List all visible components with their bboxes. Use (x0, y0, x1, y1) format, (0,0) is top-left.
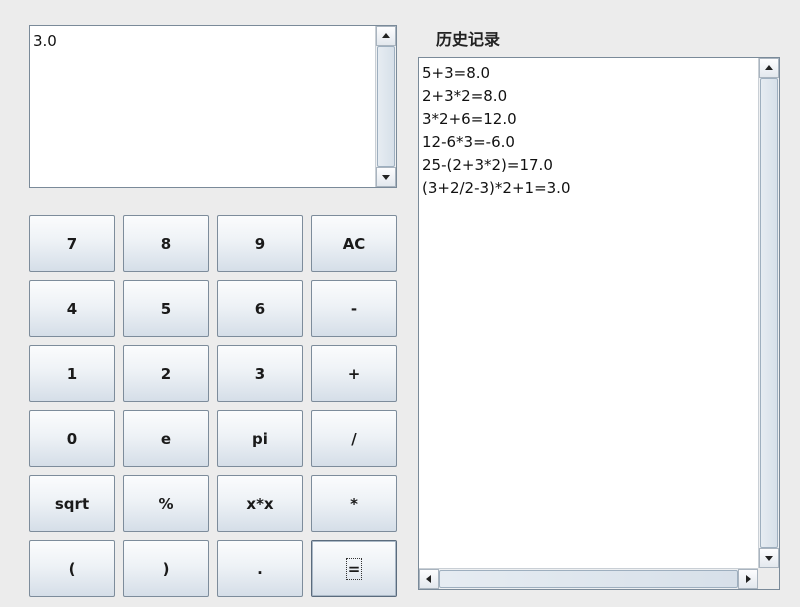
arrow-down-icon (765, 556, 773, 561)
history-list: 5+3=8.0 2+3*2=8.0 3*2+6=12.0 12-6*3=-6.0… (422, 62, 571, 200)
history-entry: (3+2/2-3)*2+1=3.0 (422, 179, 571, 197)
key-clear[interactable]: AC (311, 215, 397, 272)
key-pi[interactable]: pi (217, 410, 303, 467)
key-9[interactable]: 9 (217, 215, 303, 272)
key-square[interactable]: x*x (217, 475, 303, 532)
history-title: 历史记录 (436, 30, 501, 49)
display-scroll-thumb[interactable] (377, 46, 395, 167)
key-divide[interactable]: / (311, 410, 397, 467)
display-vertical-scrollbar[interactable] (375, 26, 396, 187)
key-e[interactable]: e (123, 410, 209, 467)
history-entry: 3*2+6=12.0 (422, 110, 517, 128)
history-scroll-down-button[interactable] (759, 548, 779, 568)
key-4[interactable]: 4 (29, 280, 115, 337)
history-entry: 2+3*2=8.0 (422, 87, 508, 105)
arrow-down-icon (382, 175, 390, 180)
key-percent[interactable]: % (123, 475, 209, 532)
history-vertical-scrollbar[interactable] (758, 58, 779, 568)
display-scroll-up-button[interactable] (376, 26, 396, 46)
key-open-paren[interactable]: ( (29, 540, 115, 597)
key-0[interactable]: 0 (29, 410, 115, 467)
history-vscroll-thumb[interactable] (760, 78, 778, 548)
arrow-right-icon (746, 575, 751, 583)
display-field[interactable]: 3.0 (29, 25, 397, 188)
scrollbar-corner (758, 568, 779, 589)
key-close-paren[interactable]: ) (123, 540, 209, 597)
history-scroll-right-button[interactable] (738, 569, 758, 589)
keypad: 7 8 9 AC 4 5 6 - 1 2 3 + 0 e pi / sqrt %… (29, 215, 397, 601)
history-panel[interactable]: 5+3=8.0 2+3*2=8.0 3*2+6=12.0 12-6*3=-6.0… (418, 57, 780, 590)
key-sqrt[interactable]: sqrt (29, 475, 115, 532)
arrow-up-icon (765, 65, 773, 70)
key-6[interactable]: 6 (217, 280, 303, 337)
display-scroll-down-button[interactable] (376, 167, 396, 187)
key-7[interactable]: 7 (29, 215, 115, 272)
key-decimal[interactable]: . (217, 540, 303, 597)
history-hscroll-thumb[interactable] (439, 570, 738, 588)
display-value: 3.0 (33, 32, 57, 50)
key-plus[interactable]: + (311, 345, 397, 402)
history-entry: 5+3=8.0 (422, 64, 491, 82)
history-horizontal-scrollbar[interactable] (419, 568, 758, 589)
key-equals[interactable]: = (311, 540, 397, 597)
key-5[interactable]: 5 (123, 280, 209, 337)
key-8[interactable]: 8 (123, 215, 209, 272)
key-3[interactable]: 3 (217, 345, 303, 402)
history-entry: 12-6*3=-6.0 (422, 133, 515, 151)
history-scroll-left-button[interactable] (419, 569, 439, 589)
key-multiply[interactable]: * (311, 475, 397, 532)
key-2[interactable]: 2 (123, 345, 209, 402)
key-1[interactable]: 1 (29, 345, 115, 402)
history-scroll-up-button[interactable] (759, 58, 779, 78)
history-entry: 25-(2+3*2)=17.0 (422, 156, 553, 174)
arrow-left-icon (426, 575, 431, 583)
arrow-up-icon (382, 33, 390, 38)
key-minus[interactable]: - (311, 280, 397, 337)
